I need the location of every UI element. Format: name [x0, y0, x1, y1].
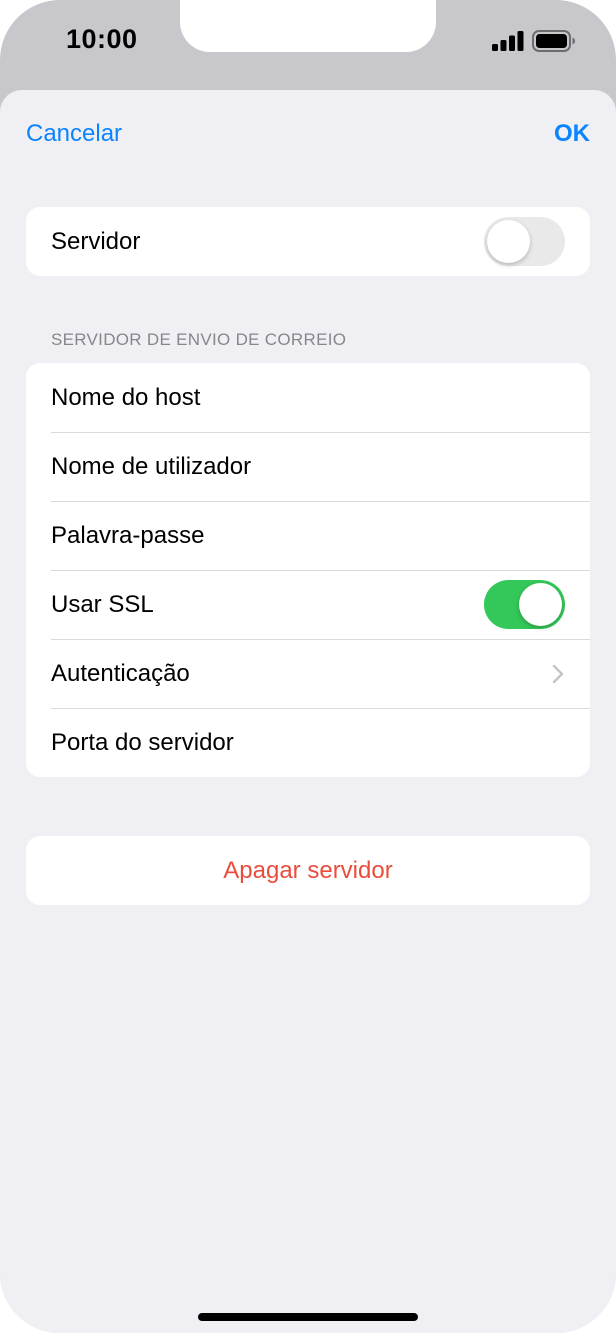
- home-indicator: [198, 1313, 418, 1321]
- use-ssl-toggle[interactable]: [484, 580, 565, 629]
- use-ssl-row: Usar SSL: [26, 570, 590, 639]
- ok-button[interactable]: OK: [554, 120, 590, 148]
- battery-icon: [532, 30, 575, 52]
- delete-group: Apagar servidor: [26, 836, 590, 905]
- server-toggle-group: Servidor: [26, 207, 590, 276]
- delete-server-label: Apagar servidor: [223, 856, 393, 884]
- toggle-knob: [487, 220, 530, 263]
- settings-sheet: Cancelar OK Servidor SERVIDOR DE ENVIO D…: [0, 90, 616, 1333]
- server-row: Servidor: [26, 207, 590, 276]
- status-time: 10:00: [66, 24, 138, 54]
- cancel-button[interactable]: Cancelar: [26, 120, 122, 148]
- use-ssl-label: Usar SSL: [51, 590, 154, 618]
- server-port-label: Porta do servidor: [51, 728, 234, 756]
- phone-frame: 10:00 Cancelar OK Servidor SERVIDOR DE E…: [0, 0, 616, 1333]
- server-toggle[interactable]: [484, 217, 565, 266]
- outgoing-server-group: Nome do host Nome de utilizador Palavra-…: [26, 363, 590, 777]
- password-row[interactable]: Palavra-passe: [26, 501, 590, 570]
- authentication-label: Autenticação: [51, 659, 190, 687]
- username-row[interactable]: Nome de utilizador: [26, 432, 590, 501]
- password-label: Palavra-passe: [51, 521, 205, 549]
- hostname-row[interactable]: Nome do host: [26, 363, 590, 432]
- outgoing-section-header: SERVIDOR DE ENVIO DE CORREIO: [51, 330, 347, 349]
- username-label: Nome de utilizador: [51, 452, 252, 480]
- server-port-row[interactable]: Porta do servidor: [26, 708, 590, 777]
- notch: [180, 0, 436, 52]
- toggle-knob: [519, 583, 562, 626]
- authentication-row[interactable]: Autenticação: [26, 639, 590, 708]
- status-bar: 10:00: [0, 0, 616, 90]
- server-label: Servidor: [51, 227, 141, 255]
- chevron-right-icon: [552, 664, 564, 683]
- signal-icon: [492, 31, 524, 51]
- hostname-label: Nome do host: [51, 383, 201, 411]
- delete-server-button[interactable]: Apagar servidor: [26, 836, 590, 905]
